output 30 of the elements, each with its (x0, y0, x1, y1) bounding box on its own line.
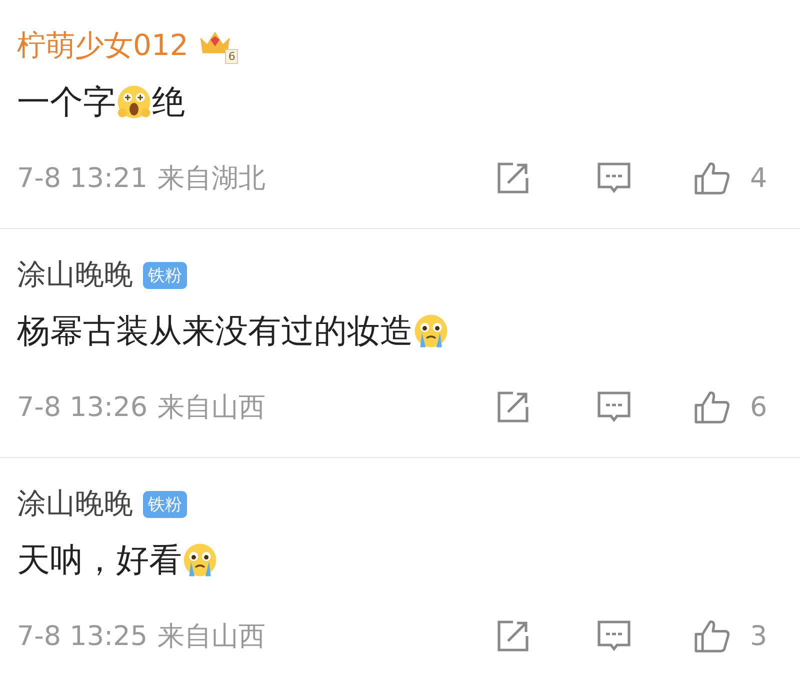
comment-icon[interactable] (596, 161, 632, 195)
like-count: 3 (750, 620, 768, 652)
share-icon[interactable] (496, 390, 530, 424)
shocked-emoji-icon (116, 84, 152, 120)
comment-icon[interactable] (596, 619, 632, 653)
like-count: 4 (750, 162, 768, 194)
comment-text: 绝 (152, 80, 185, 122)
comment-icon[interactable] (596, 390, 632, 424)
comment-text: 天呐，好看 (17, 538, 182, 580)
comment-time: 7-8 13:26 (17, 392, 148, 422)
comment-location: 来自山西 (158, 391, 266, 425)
comment-text: 杨幂古装从来没有过的妆造 (17, 310, 413, 352)
thumbs-up-icon[interactable] (692, 619, 732, 653)
comment-time: 7-8 13:25 (17, 620, 148, 652)
fan-badge: 铁粉 (143, 262, 187, 288)
thumbs-up-icon[interactable] (692, 161, 732, 195)
username[interactable]: 涂山晚晚 (17, 255, 133, 295)
share-icon[interactable] (496, 619, 530, 653)
crying-emoji-icon (413, 313, 449, 349)
comment-time: 7-8 13:21 (17, 162, 148, 194)
username[interactable]: 涂山晚晚 (17, 484, 133, 524)
crying-emoji-icon (182, 542, 218, 578)
comment-location: 来自山西 (158, 620, 266, 654)
comment-text: 一个字 (17, 80, 116, 122)
like-count: 6 (750, 392, 768, 422)
share-icon[interactable] (496, 161, 530, 195)
comment-location: 来自湖北 (158, 162, 266, 196)
thumbs-up-icon[interactable] (692, 390, 732, 424)
crown-badge: 6 (198, 28, 238, 64)
fan-badge: 铁粉 (143, 490, 187, 518)
